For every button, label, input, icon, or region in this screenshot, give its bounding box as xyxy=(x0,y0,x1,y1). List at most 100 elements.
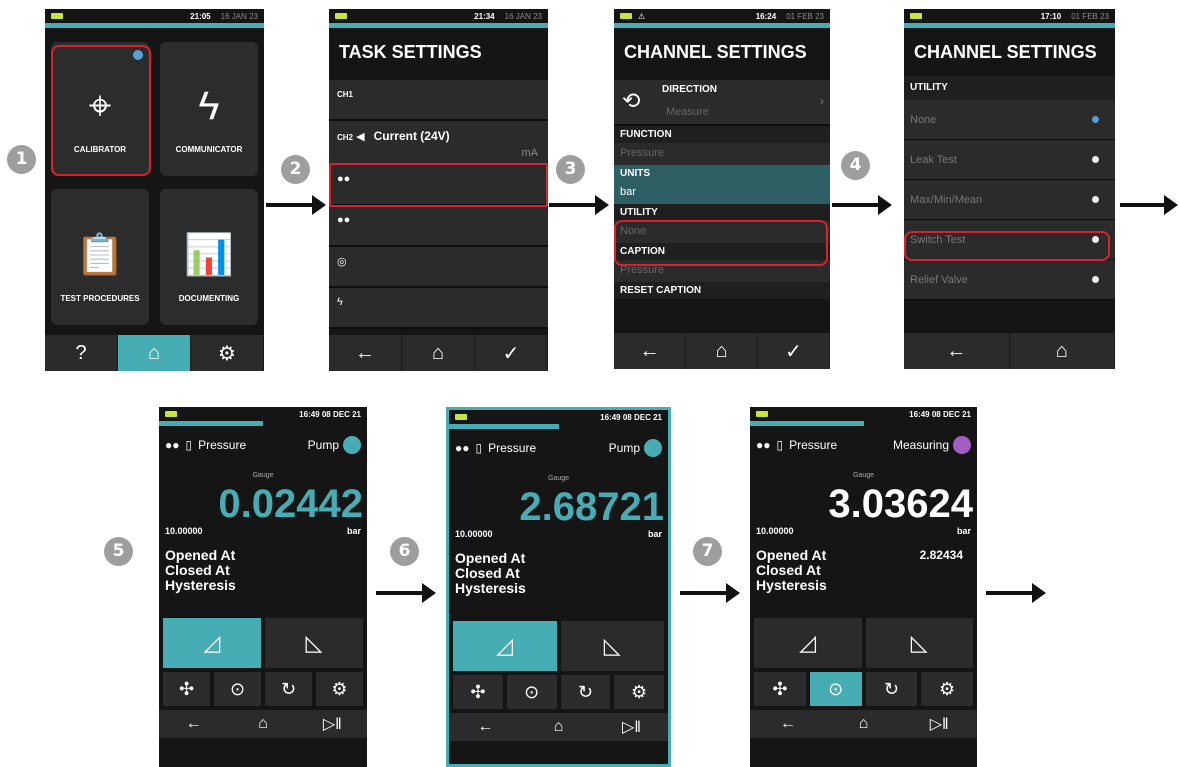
tile-documenting[interactable]: 📊 DOCUMENTING xyxy=(160,189,258,325)
channel-row-ch1[interactable]: CH1 xyxy=(329,80,548,121)
home-icon[interactable]: ⌂ xyxy=(1010,333,1115,369)
highlight-box xyxy=(904,231,1110,261)
option-label: None xyxy=(910,113,937,126)
result-label: Closed At xyxy=(455,565,520,581)
back-arrow-icon[interactable]: ← xyxy=(329,335,402,371)
measuring-icon[interactable] xyxy=(953,436,971,454)
ramp-up-icon[interactable]: ◿ xyxy=(163,618,261,668)
channel-row-hart[interactable]: ϟ xyxy=(329,288,548,329)
play-pause-icon[interactable]: ▷‖ xyxy=(595,713,668,741)
channel-header: ●● ▯ Pressure Pump xyxy=(449,429,668,467)
gear-icon[interactable]: ⚙ xyxy=(921,672,973,706)
screen-switch-test-1: 16:49 08 DEC 21 ●● ▯ Pressure Pump Gauge… xyxy=(159,407,367,767)
home-icon[interactable]: ⌂ xyxy=(118,335,191,371)
section-label: UNITS xyxy=(614,165,830,182)
ramp-mode: ◿ ◺ xyxy=(750,618,977,668)
channel-row-p2[interactable]: ●● xyxy=(329,206,548,247)
battery-icon xyxy=(165,411,177,417)
date: 01 FEB 23 xyxy=(1071,11,1109,21)
back-arrow-icon[interactable]: ← xyxy=(750,710,826,738)
tile-test-procedures[interactable]: 📋 TEST PROCEDURES xyxy=(51,189,149,325)
clock: 21:05 xyxy=(190,11,211,21)
status-bar: 16:49 08 DEC 21 xyxy=(159,407,367,421)
home-icon[interactable]: ⌂ xyxy=(228,710,297,738)
home-icon[interactable]: ⌂ xyxy=(402,335,475,371)
date: 01 FEB 23 xyxy=(786,11,824,21)
radio-icon xyxy=(1092,276,1099,283)
channel-row-ch2[interactable]: CH2 ◀ Current (24V) mA xyxy=(329,121,548,165)
back-arrow-icon[interactable]: ← xyxy=(614,333,686,369)
check-icon[interactable]: ✓ xyxy=(475,335,548,371)
setting-value: Measure xyxy=(666,106,709,118)
ramp-down-icon[interactable]: ◺ xyxy=(865,618,973,668)
refresh-icon[interactable]: ↻ xyxy=(560,675,611,709)
zoom-icon[interactable]: ⊙ xyxy=(506,675,557,709)
check-icon[interactable]: ✓ xyxy=(758,333,830,369)
setting-function[interactable]: Pressure xyxy=(614,143,830,165)
utility-option-relief-valve[interactable]: Relief Valve xyxy=(904,260,1115,300)
screen-utility-settings: 17:10 01 FEB 23 CHANNEL SETTINGS UTILITY… xyxy=(904,9,1115,369)
play-pause-icon[interactable]: ▷‖ xyxy=(298,710,367,738)
bottom-nav: ← ⌂ ▷‖ xyxy=(159,710,367,738)
refresh-icon[interactable]: ↻ xyxy=(265,672,312,706)
pressure-channel-icon: ●● xyxy=(756,438,771,452)
home-icon[interactable]: ⌂ xyxy=(522,713,595,741)
clock: 16:49 08 DEC 21 xyxy=(299,409,361,419)
ramp-mode: ◿ ◺ xyxy=(159,618,367,668)
page-title: TASK SETTINGS xyxy=(339,42,482,62)
back-arrow-icon[interactable]: ← xyxy=(449,713,522,741)
back-arrow-icon[interactable]: ← xyxy=(159,710,228,738)
utility-option-leak-test[interactable]: Leak Test xyxy=(904,140,1115,180)
home-icon[interactable]: ⌂ xyxy=(686,333,758,369)
clock: 16:49 08 DEC 21 xyxy=(600,412,662,422)
ramp-down-icon[interactable]: ◺ xyxy=(265,618,363,668)
chevron-right-icon: › xyxy=(820,94,824,108)
date: 16 JAN 23 xyxy=(220,11,258,21)
home-icon[interactable]: ⌂ xyxy=(826,710,902,738)
help-icon[interactable]: ? xyxy=(45,335,118,371)
sensor-icon: ◎ xyxy=(337,256,347,268)
gear-icon[interactable]: ⚙ xyxy=(316,672,363,706)
channel-header: ●● ▯ Pressure Pump xyxy=(159,426,367,464)
setting-direction[interactable]: ⟲ DIRECTION Measure › xyxy=(614,80,830,126)
range-value: 10.00000 xyxy=(165,526,203,536)
gear-icon[interactable]: ⚙ xyxy=(614,675,664,709)
fan-icon[interactable]: ✣ xyxy=(163,672,210,706)
ramp-up-icon[interactable]: ◿ xyxy=(453,621,557,671)
tile-label: DOCUMENTING xyxy=(178,294,240,303)
utility-option-max-min-mean[interactable]: Max/Min/Mean xyxy=(904,180,1115,220)
screen-channel-settings: ⚠ 16:24 01 FEB 23 CHANNEL SETTINGS ⟲ DIR… xyxy=(614,9,830,369)
refresh-icon[interactable]: ↻ xyxy=(865,672,918,706)
radio-icon xyxy=(1092,116,1099,123)
zoom-icon[interactable]: ⊙ xyxy=(809,672,862,706)
fan-icon[interactable]: ✣ xyxy=(754,672,806,706)
toolbar: ✣ ⊙ ↻ ⚙ xyxy=(750,668,977,706)
play-pause-icon[interactable]: ▷‖ xyxy=(901,710,977,738)
step-badge-6: 6 xyxy=(390,537,419,566)
channel-row-sensor[interactable]: ◎ xyxy=(329,247,548,288)
step-badge-7: 7 xyxy=(693,537,722,566)
date: 16 JAN 23 xyxy=(504,11,542,21)
reset-caption-button[interactable]: RESET CAPTION xyxy=(614,282,830,299)
zoom-icon[interactable]: ⊙ xyxy=(214,672,261,706)
range-row: 10.00000 bar xyxy=(449,529,668,543)
flow-arrow xyxy=(376,583,436,603)
step-badge-2: 2 xyxy=(281,155,310,184)
fan-icon[interactable]: ✣ xyxy=(453,675,503,709)
pump-icon[interactable] xyxy=(644,439,662,457)
channel-label: Pressure xyxy=(198,438,247,452)
warning-icon: ⚠ xyxy=(638,11,646,21)
ramp-up-icon[interactable]: ◿ xyxy=(754,618,862,668)
radio-icon xyxy=(1092,196,1099,203)
reading-value: 2.68721 xyxy=(519,485,664,529)
result-label: Hysteresis xyxy=(165,577,236,593)
pump-icon[interactable] xyxy=(343,436,361,454)
pressure-channel-icon: ●● xyxy=(165,438,180,452)
bottom-nav: ← ⌂ xyxy=(904,333,1115,369)
utility-option-none[interactable]: None xyxy=(904,100,1115,140)
ramp-down-icon[interactable]: ◺ xyxy=(560,621,664,671)
gear-icon[interactable]: ⚙ xyxy=(191,335,264,371)
back-arrow-icon[interactable]: ← xyxy=(904,333,1010,369)
tile-communicator[interactable]: ϟ COMMUNICATOR xyxy=(160,42,258,176)
setting-units[interactable]: bar xyxy=(614,182,830,204)
